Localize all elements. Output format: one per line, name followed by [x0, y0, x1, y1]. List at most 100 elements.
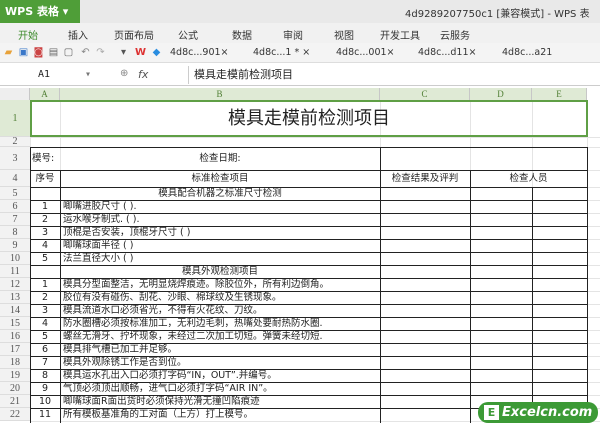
- row-header[interactable]: 2: [0, 137, 30, 147]
- item-text[interactable]: 所有模板基准角的工对面（上方）打上模号。: [63, 408, 379, 421]
- export-icon[interactable]: ◙: [33, 47, 44, 58]
- formula-bar: A1 ▾ ⊕ fx 模具走模前检测项目: [0, 64, 600, 86]
- row-header[interactable]: 8: [0, 226, 30, 239]
- save-icon[interactable]: ▣: [18, 47, 29, 58]
- row-header[interactable]: 19: [0, 369, 30, 382]
- border: [30, 278, 588, 279]
- border: [30, 200, 588, 201]
- item-text[interactable]: 气顶必须顶出顺畅，进气口必须打字码“AIR IN”。: [63, 382, 379, 395]
- border: [30, 304, 588, 305]
- doc-tab[interactable]: 4d8c...a21: [502, 47, 552, 58]
- border: [30, 226, 588, 227]
- cube-icon[interactable]: ◆: [151, 47, 162, 58]
- redo-icon[interactable]: ↷: [95, 47, 106, 58]
- item-text[interactable]: 模具排气槽已加工并足够。: [63, 343, 379, 356]
- item-text[interactable]: 模具流道水口必须省光，不得有火花纹、刀纹。: [63, 304, 379, 317]
- tab-data[interactable]: 数据: [232, 27, 252, 42]
- row-header[interactable]: 6: [0, 200, 30, 213]
- item-number: 4: [41, 240, 49, 251]
- row-header[interactable]: 18: [0, 356, 30, 369]
- sheet-title-cell[interactable]: 模具走模前检测项目: [30, 100, 588, 137]
- item-text[interactable]: 唧嘴球面半径 ( ): [63, 239, 379, 252]
- row-header[interactable]: 12: [0, 278, 30, 291]
- column-header-d[interactable]: D: [470, 88, 532, 100]
- tab-insert[interactable]: 插入: [68, 27, 88, 42]
- item-text[interactable]: 模具运水孔出入口必须打字码“IN，OUT”.并编号。: [63, 369, 379, 382]
- item-number: 7: [41, 357, 49, 368]
- doc-tab[interactable]: 4d8c...901×: [170, 47, 229, 58]
- row-header[interactable]: 21: [0, 395, 30, 408]
- border: [30, 369, 588, 370]
- row-header[interactable]: 5: [0, 187, 30, 200]
- item-text[interactable]: 胶位有没有碰伤、刮花、沙眼、棉球纹及生锈现象。: [63, 291, 379, 304]
- border: [30, 170, 588, 171]
- item-text[interactable]: 模具外观除锈工作是否到位。: [63, 356, 379, 369]
- doc-tab[interactable]: 4d8c...d11×: [418, 47, 476, 58]
- row-header[interactable]: 22: [0, 408, 30, 421]
- fx-icon[interactable]: fx: [138, 68, 148, 81]
- item-number: 4: [41, 318, 49, 329]
- name-box[interactable]: A1 ▾: [0, 66, 130, 84]
- tab-developer[interactable]: 开发工具: [380, 27, 420, 42]
- item-number: 2: [41, 214, 49, 225]
- border: [380, 147, 381, 423]
- print-icon[interactable]: ▤: [48, 47, 59, 58]
- row-header[interactable]: 10: [0, 252, 30, 265]
- border: [587, 147, 588, 423]
- border: [30, 252, 588, 253]
- ribbon-tabs: 开始 插入 页面布局 公式 数据 审阅 视图 开发工具 云服务: [0, 23, 600, 43]
- chevron-down-icon[interactable]: ▾: [85, 66, 91, 84]
- wps-icon[interactable]: W: [135, 47, 146, 58]
- row-header[interactable]: 15: [0, 317, 30, 330]
- item-text[interactable]: 螺丝无滑牙、拧坏现象，未经过二次加工切短。弹簧未经切短.: [63, 330, 379, 343]
- column-header-e[interactable]: E: [532, 88, 587, 100]
- doc-tab[interactable]: 4d8c...1 * ×: [253, 47, 310, 58]
- item-text[interactable]: 顶棍是否安装，顶棍牙尺寸 ( ): [63, 226, 379, 239]
- zoom-icon[interactable]: ⊕: [120, 68, 128, 79]
- tab-page-layout[interactable]: 页面布局: [114, 27, 154, 42]
- row-header[interactable]: 9: [0, 239, 30, 252]
- row-header[interactable]: 14: [0, 304, 30, 317]
- section-title: 模具外观检测项目: [181, 266, 258, 277]
- undo-icon[interactable]: ↶: [80, 47, 91, 58]
- dropdown-icon[interactable]: ▾: [118, 47, 129, 58]
- tab-review[interactable]: 审阅: [283, 27, 303, 42]
- select-all[interactable]: [0, 88, 30, 100]
- column-header-c[interactable]: C: [380, 88, 470, 100]
- item-text[interactable]: 运水喉牙制式. ( ).: [63, 213, 379, 226]
- item-text[interactable]: 模具分型面整洁，无明显烧焊痕迹。除胶位外，所有利边倒角。: [63, 278, 379, 291]
- formula-input[interactable]: 模具走模前检测项目: [188, 66, 600, 84]
- header-item: 标准检查项目: [191, 173, 249, 184]
- row-header[interactable]: 17: [0, 343, 30, 356]
- item-text[interactable]: 防水圈槽必须按标准加工，无利边毛刺，热嘴处要耐热防水圈.: [63, 317, 379, 330]
- open-icon[interactable]: ▰: [3, 47, 14, 58]
- border: [30, 187, 588, 188]
- row-header[interactable]: 20: [0, 382, 30, 395]
- quick-toolbar: ▰ ▣ ◙ ▤ ▢ ↶ ↷ ▾ W ◆ 4d8c...901× 4d8c...1…: [0, 43, 600, 63]
- item-number: 3: [41, 227, 49, 238]
- item-text[interactable]: 唧嘴进胶尺寸 ( ).: [63, 200, 379, 213]
- border: [30, 356, 588, 357]
- row-header[interactable]: 13: [0, 291, 30, 304]
- doc-tab[interactable]: 4d8c...001×: [336, 47, 395, 58]
- item-text[interactable]: 唧嘴球面R面出货时必须保持光滑无撞凹陷痕迹: [63, 395, 379, 408]
- tab-formula[interactable]: 公式: [178, 27, 198, 42]
- check-date-label: 检查日期:: [199, 153, 241, 164]
- column-header-a[interactable]: A: [30, 88, 60, 100]
- row-header[interactable]: 7: [0, 213, 30, 226]
- tab-cloud[interactable]: 云服务: [440, 27, 470, 42]
- row-header[interactable]: 16: [0, 330, 30, 343]
- row-header[interactable]: 4: [0, 170, 30, 187]
- app-menu-button[interactable]: WPS 表格 ▾: [0, 0, 80, 23]
- item-number: 9: [41, 383, 49, 394]
- row-header[interactable]: 3: [0, 147, 30, 170]
- column-header-b[interactable]: B: [60, 88, 380, 100]
- watermark-logo: E Excelcn.com: [478, 402, 598, 423]
- row-header[interactable]: 1: [0, 100, 30, 137]
- tab-home[interactable]: 开始: [18, 27, 38, 42]
- tab-view[interactable]: 视图: [334, 27, 354, 42]
- item-text[interactable]: 法兰直径大小 ( ): [63, 252, 379, 265]
- row-header[interactable]: 11: [0, 265, 30, 278]
- print-preview-icon[interactable]: ▢: [63, 47, 74, 58]
- border: [30, 317, 588, 318]
